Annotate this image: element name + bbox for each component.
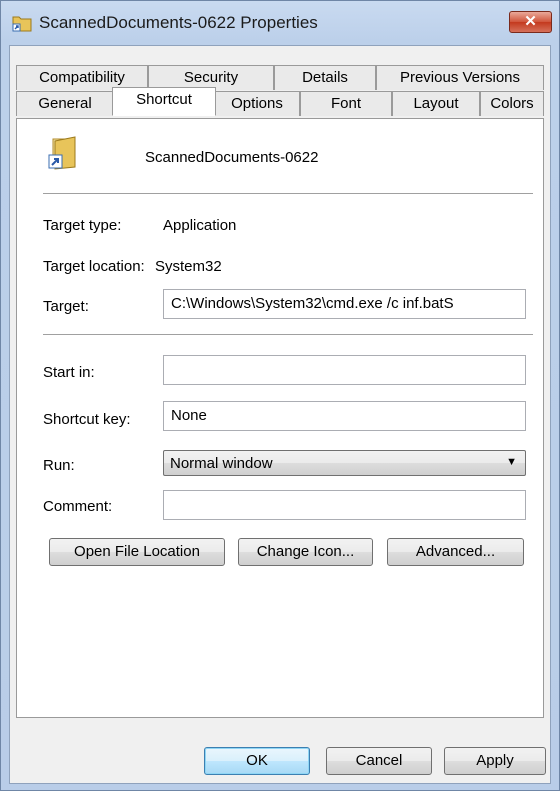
advanced-button[interactable]: Advanced... xyxy=(387,538,524,566)
tab-previous-versions[interactable]: Previous Versions xyxy=(376,65,544,90)
start-in-label: Start in: xyxy=(43,364,95,381)
chevron-down-icon: ▼ xyxy=(506,456,517,468)
tab-colors[interactable]: Colors xyxy=(480,91,544,116)
properties-window: ScannedDocuments-0622 Properties ✕ Compa… xyxy=(0,0,560,791)
folder-shortcut-icon xyxy=(12,16,32,32)
close-icon: ✕ xyxy=(524,13,537,30)
tab-layout[interactable]: Layout xyxy=(392,91,480,116)
shortcut-name: ScannedDocuments-0622 xyxy=(145,149,319,166)
target-label: Target: xyxy=(43,298,89,315)
shortcut-key-label: Shortcut key: xyxy=(43,411,131,428)
target-location-label: Target location: xyxy=(43,258,145,275)
tab-details[interactable]: Details xyxy=(274,65,376,90)
change-icon-button[interactable]: Change Icon... xyxy=(238,538,373,566)
comment-field[interactable] xyxy=(163,490,526,520)
separator xyxy=(43,193,533,195)
folder-shortcut-icon xyxy=(48,136,76,170)
cancel-button[interactable]: Cancel xyxy=(326,747,432,775)
shortcut-key-field[interactable]: None xyxy=(163,401,526,431)
apply-button[interactable]: Apply xyxy=(444,747,546,775)
dialog-client-area: Compatibility Security Details Previous … xyxy=(9,45,551,784)
target-field[interactable]: C:\Windows\System32\cmd.exe /c inf.batS xyxy=(163,289,526,319)
target-type-label: Target type: xyxy=(43,217,122,234)
tab-options[interactable]: Options xyxy=(214,91,300,116)
tab-font[interactable]: Font xyxy=(300,91,392,116)
target-location-value: System32 xyxy=(155,258,222,275)
shortcut-tab-panel: ScannedDocuments-0622 Target type: Appli… xyxy=(16,118,544,718)
comment-label: Comment: xyxy=(43,498,113,515)
run-select-value: Normal window xyxy=(170,455,273,472)
close-button[interactable]: ✕ xyxy=(509,11,552,33)
run-label: Run: xyxy=(43,457,75,474)
window-title: ScannedDocuments-0622 Properties xyxy=(39,13,318,32)
tab-shortcut[interactable]: Shortcut xyxy=(112,87,216,116)
ok-button[interactable]: OK xyxy=(204,747,310,775)
separator xyxy=(43,334,533,336)
open-file-location-button[interactable]: Open File Location xyxy=(49,538,225,566)
tab-general[interactable]: General xyxy=(16,91,114,116)
run-select[interactable]: Normal window ▼ xyxy=(163,450,526,476)
target-type-value: Application xyxy=(163,217,237,234)
title-bar[interactable]: ScannedDocuments-0622 Properties ✕ xyxy=(1,1,559,45)
start-in-field[interactable] xyxy=(163,355,526,385)
